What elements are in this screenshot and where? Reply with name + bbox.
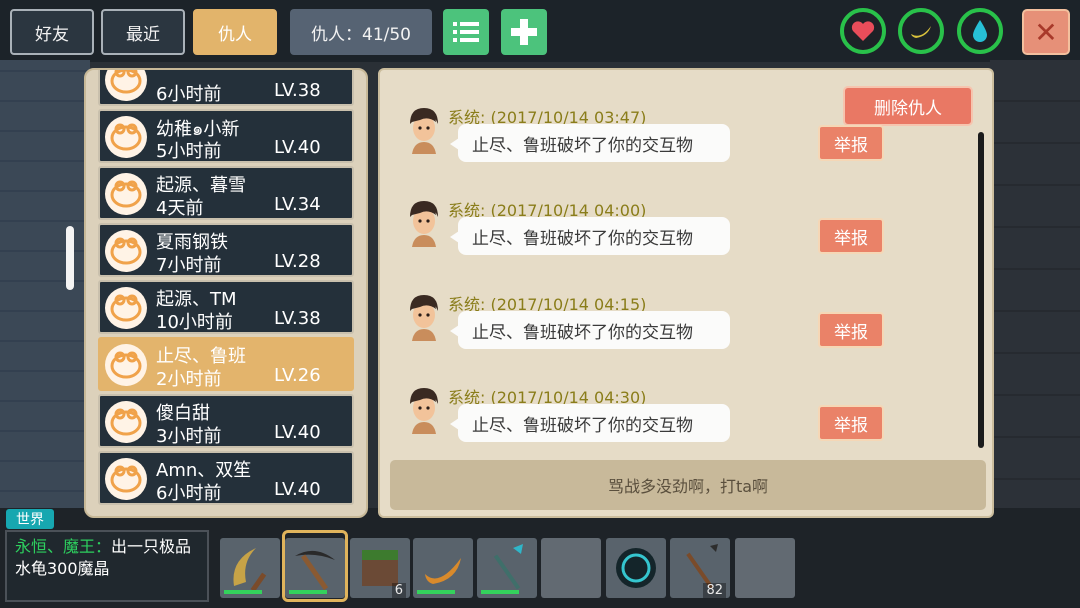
world-chat-box[interactable]: 永恒、魔王：出一只极品水龟300魔晶	[5, 530, 209, 602]
water-drop-icon	[957, 8, 1003, 54]
message-item: 系统: (2017/10/14 03:47) 止尽、鲁班破坏了你的交互物 举报	[402, 104, 902, 194]
hotbar-slot-spear[interactable]	[477, 538, 537, 598]
enemy-level: LV.28	[274, 251, 321, 272]
enemy-time: 4天前	[156, 198, 204, 219]
enemy-row[interactable]: Amn、双笙 6小时前 LV.40	[98, 451, 354, 505]
avatar	[105, 230, 147, 272]
enemy-level: LV.38	[274, 308, 321, 329]
fight-prompt-button[interactable]: 骂战多没劲啊，打ta啊	[390, 460, 986, 510]
list-icon[interactable]	[443, 9, 489, 55]
banana-icon	[898, 8, 944, 54]
item-quantity: 6	[391, 583, 406, 598]
report-button[interactable]: 举报	[818, 218, 884, 254]
enemy-time: 6小时前	[156, 483, 222, 504]
hotbar-slot-arrow[interactable]: 82	[670, 538, 730, 598]
close-icon[interactable]: ✕	[1022, 9, 1070, 55]
message-bubble: 止尽、鲁班破坏了你的交互物	[450, 311, 730, 349]
enemy-row[interactable]: 夏雨钢铁 7小时前 LV.28	[98, 223, 354, 277]
list-scroll-indicator[interactable]	[66, 226, 74, 290]
hotbar-slot-orb[interactable]	[606, 538, 666, 598]
tab-friends[interactable]: 好友	[10, 9, 94, 55]
avatar	[105, 287, 147, 329]
enemy-row[interactable]: 傻白甜 3小时前 LV.40	[98, 394, 354, 448]
heart-icon	[840, 8, 886, 54]
spear-icon	[493, 544, 523, 590]
item-quantity: 82	[703, 583, 726, 598]
system-avatar-icon	[410, 295, 438, 341]
message-bubble: 止尽、鲁班破坏了你的交互物	[450, 404, 730, 442]
banana-item-icon	[425, 558, 461, 584]
system-avatar-icon	[410, 388, 438, 434]
enemy-count: 仇人：41/50	[290, 9, 432, 55]
report-button[interactable]: 举报	[818, 405, 884, 441]
hotbar-slot-sickle[interactable]	[220, 538, 280, 598]
avatar	[105, 116, 147, 158]
enemy-level: LV.40	[274, 479, 321, 500]
enemy-time: 3小时前	[156, 426, 222, 447]
report-button[interactable]: 举报	[818, 312, 884, 348]
orb-icon	[616, 548, 656, 588]
enemy-row[interactable]: 起源、暮雪 4天前 LV.34	[98, 166, 354, 220]
avatar	[105, 401, 147, 443]
system-avatar-icon	[410, 108, 438, 154]
avatar	[105, 458, 147, 500]
enemy-level: LV.40	[274, 137, 321, 158]
hotbar-selected-frame	[282, 530, 348, 602]
enemy-time: 6小时前	[156, 84, 222, 105]
tab-enemies[interactable]: 仇人	[193, 9, 277, 55]
avatar	[105, 70, 147, 101]
enemy-time: 7小时前	[156, 255, 222, 276]
enemy-level: LV.34	[274, 194, 321, 215]
enemy-level: LV.38	[274, 80, 321, 101]
hotbar-slot-banana[interactable]	[413, 538, 473, 598]
message-scrollbar[interactable]	[978, 132, 984, 448]
message-bubble: 止尽、鲁班破坏了你的交互物	[450, 217, 730, 255]
avatar	[105, 173, 147, 215]
enemy-time: 2小时前	[156, 369, 222, 390]
hotbar-slot-dirt[interactable]: 6	[350, 538, 410, 598]
enemy-list: 6小时前 LV.38 幼稚๑小新 5小时前 LV.40 起源、暮雪 4天前 LV…	[84, 68, 368, 518]
enemy-time: 10小时前	[156, 312, 233, 333]
enemy-row[interactable]: 幼稚๑小新 5小时前 LV.40	[98, 109, 354, 163]
message-bubble: 止尽、鲁班破坏了你的交互物	[450, 124, 730, 162]
hotbar-slot-empty[interactable]	[541, 538, 601, 598]
hotbar-slot-empty[interactable]	[735, 538, 795, 598]
tab-recent[interactable]: 最近	[101, 9, 185, 55]
enemy-row[interactable]: 6小时前 LV.38	[98, 70, 354, 106]
enemy-level: LV.40	[274, 422, 321, 443]
world-chat-tag[interactable]: 世界	[6, 509, 54, 529]
enemy-row[interactable]: 起源、TM 10小时前 LV.38	[98, 280, 354, 334]
report-button[interactable]: 举报	[818, 125, 884, 161]
sickle-icon	[233, 548, 267, 592]
system-avatar-icon	[410, 201, 438, 247]
avatar	[105, 344, 147, 386]
enemy-time: 5小时前	[156, 141, 222, 162]
enemy-row-selected[interactable]: 止尽、鲁班 2小时前 LV.26	[98, 337, 354, 391]
enemy-level: LV.26	[274, 365, 321, 386]
message-item: 系统: (2017/10/14 04:15) 止尽、鲁班破坏了你的交互物 举报	[402, 291, 902, 381]
chat-sender: 永恒、魔王：	[15, 537, 112, 556]
message-item: 系统: (2017/10/14 04:00) 止尽、鲁班破坏了你的交互物 举报	[402, 197, 902, 287]
plus-icon[interactable]	[501, 9, 547, 55]
